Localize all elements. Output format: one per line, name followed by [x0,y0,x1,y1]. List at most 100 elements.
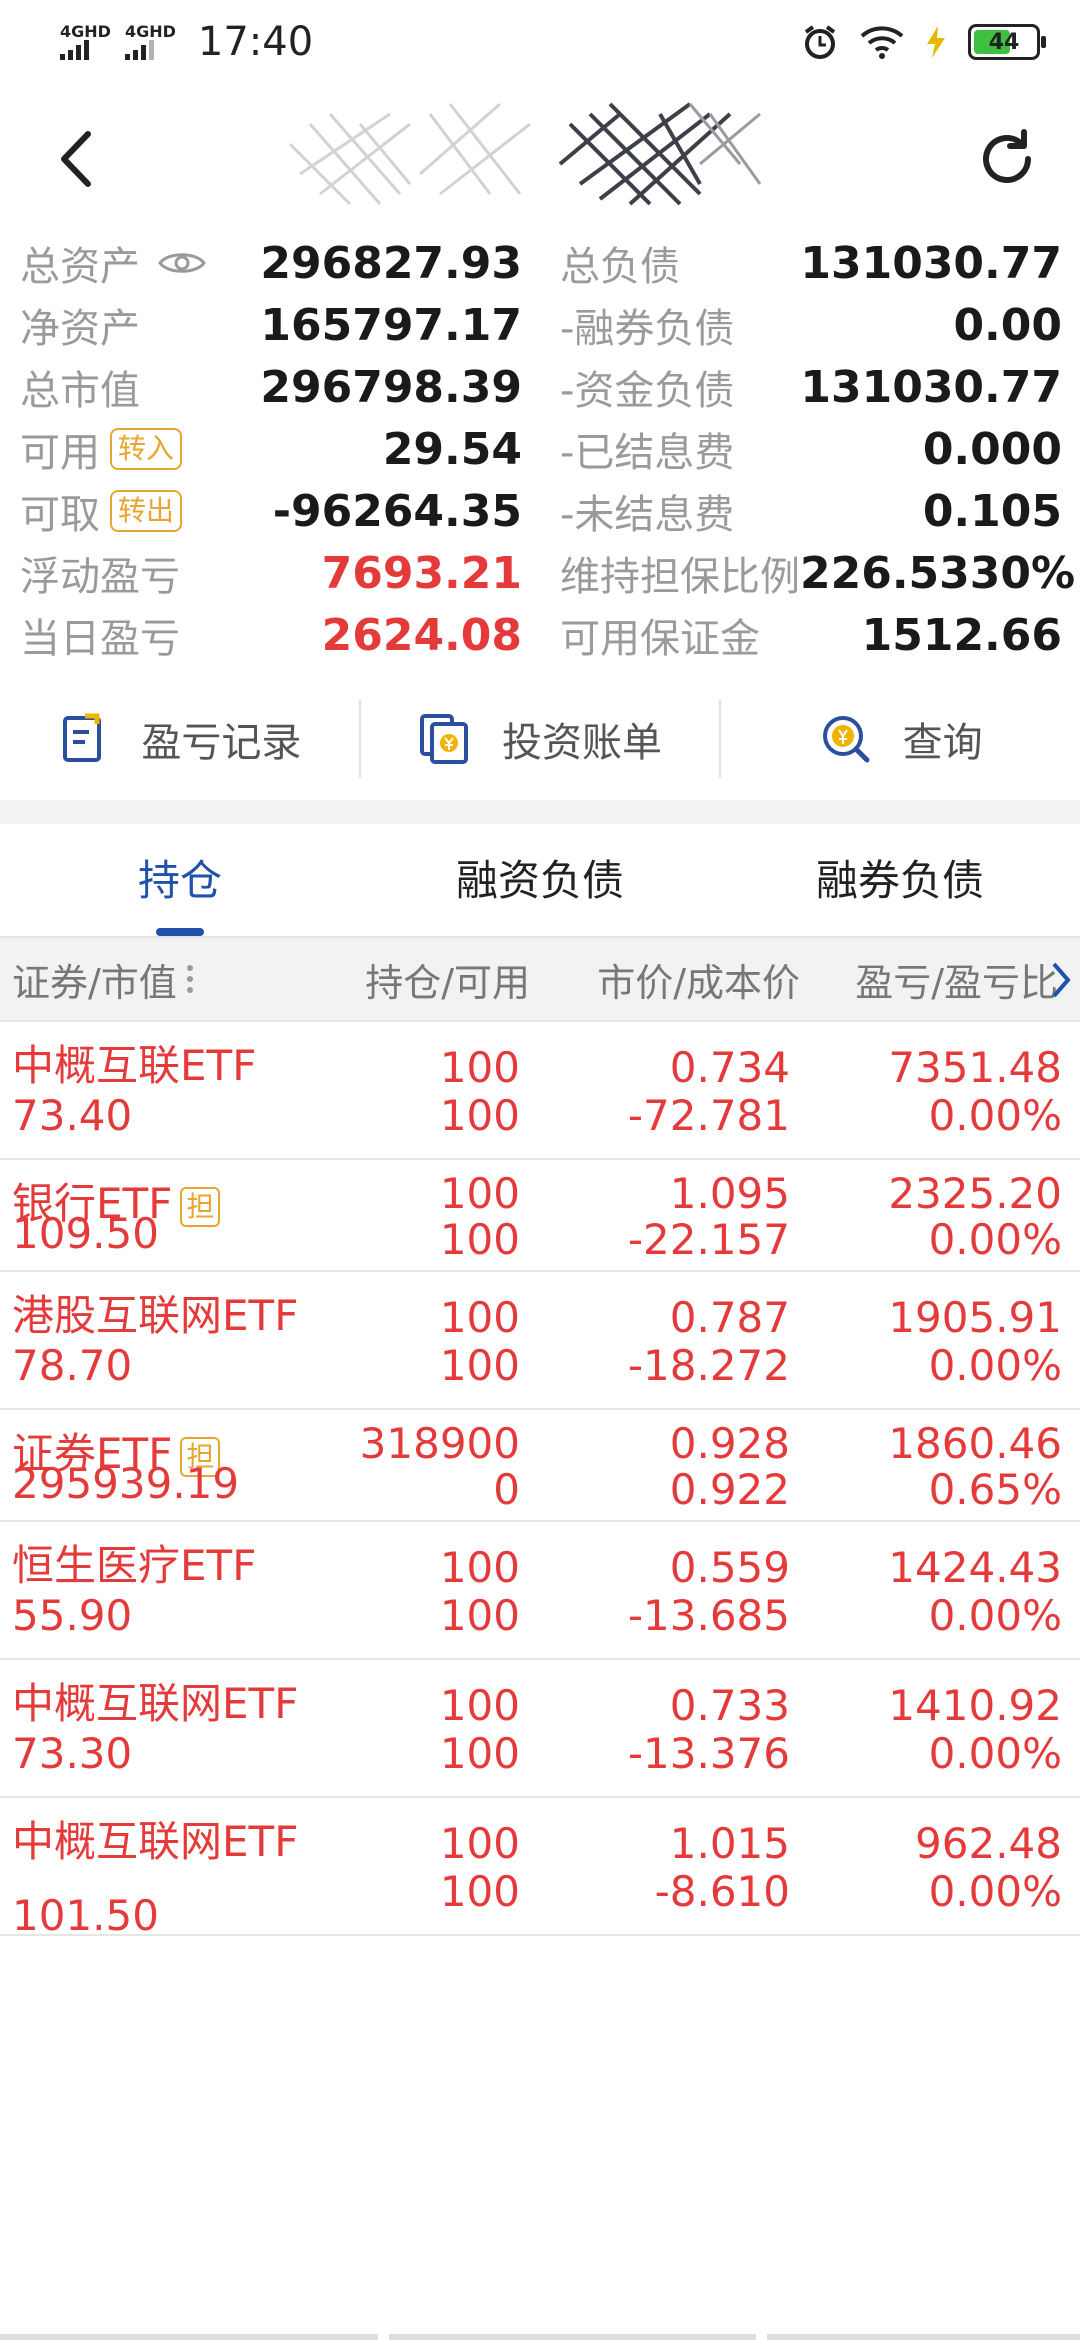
search-money-icon [822,716,870,763]
signal-label-1: 4GHD [60,22,111,41]
position-qty: 100 [439,1681,520,1730]
cost-price: -18.272 [627,1341,790,1390]
maintenance-ratio-label: 维持担保比例 [560,554,800,600]
maintenance-ratio-value: 226.5330% [800,547,1076,599]
tab-financing-liabilities[interactable]: 融资负债 [360,826,720,936]
horizontal-scrollbar[interactable] [0,2334,1080,2340]
pnl-amount: 962.48 [915,1819,1062,1868]
clock: 17:40 [197,19,314,65]
summary-row: 可取 转出 -96264.35 -未结息费 0.105 [0,480,1080,542]
withdrawable-label: 可取 [20,492,100,538]
chevron-right-icon[interactable] [1050,960,1072,1000]
floating-pnl-value: 7693.21 [321,547,522,599]
investment-bill-button[interactable]: 投资账单 [361,700,722,778]
status-bar: 4GHD 4GHD 17:40 44 [0,0,1080,84]
available-qty: 100 [439,1215,520,1264]
total-liabilities-label: 总负债 [560,244,680,290]
market-price: 0.733 [669,1681,790,1730]
transfer-out-button[interactable]: 转出 [110,490,183,532]
available-label: 可用 [20,430,100,476]
query-label: 查询 [902,720,983,766]
transfer-in-button[interactable]: 转入 [110,428,183,470]
position-qty: 100 [439,1169,520,1218]
column-pnl[interactable]: 盈亏/盈亏比 [800,952,1070,1007]
column-security[interactable]: 证券/市值 [0,952,340,1007]
column-price[interactable]: 市价/成本价 [530,952,800,1007]
summary-row: 总资产 296827.93 总负债 131030.77 [0,232,1080,294]
signal-bars-icon [60,40,89,60]
position-qty: 100 [439,1819,520,1868]
pnl-percent: 0.00% [928,1591,1062,1640]
total-assets-label: 总资产 [20,244,140,290]
investment-bill-label: 投资账单 [502,720,662,766]
summary-row: 净资产 165797.17 -融券负债 0.00 [0,294,1080,356]
query-button[interactable]: 查询 [721,700,1080,778]
refresh-icon[interactable] [974,126,1040,192]
available-qty: 100 [439,1091,520,1140]
total-assets-value: 296827.93 [260,237,522,289]
battery-icon: 44 [968,24,1046,60]
pnl-amount: 1410.92 [888,1681,1062,1730]
charging-icon [927,26,945,58]
table-row[interactable]: 证券ETF 担 295939.19 318900 0.928 1860.46 0 0.9… [0,1410,1080,1522]
market-price: 0.734 [669,1043,790,1092]
holdings-tabs: 持仓 融资负债 融券负债 [0,826,1080,936]
back-icon[interactable] [50,124,110,194]
column-position[interactable]: 持仓/可用 [340,952,530,1007]
daily-pnl-value: 2624.08 [321,609,522,661]
table-row[interactable]: 港股互联网ETF 78.70 100 0.787 1905.91 100 -18.27… [0,1272,1080,1410]
table-row[interactable]: 银行ETF 担 109.50 100 1.095 2325.20 100 -22.157… [0,1160,1080,1272]
cost-price: -22.157 [627,1215,790,1264]
tab-positions[interactable]: 持仓 [0,826,360,936]
pnl-percent: 0.00% [928,1729,1062,1778]
market-price: 0.928 [669,1419,790,1468]
signal-bars-icon [124,40,154,60]
summary-row: 总市值 296798.39 -资金负债 131030.77 [0,356,1080,418]
margin-liabilities-value: 131030.77 [800,361,1062,413]
position-qty: 100 [439,1543,520,1592]
net-assets-label: 净资产 [20,306,140,352]
battery-level: 44 [988,29,1020,55]
unsettled-interest-label: -未结息费 [560,492,735,538]
net-assets-value: 165797.17 [260,299,522,351]
position-qty: 100 [439,1293,520,1342]
pnl-percent: 0.00% [928,1091,1062,1140]
pnl-amount: 1424.43 [888,1543,1062,1592]
market-price: 1.015 [669,1819,790,1868]
redacted-title-scribble [288,102,762,206]
bill-icon [420,714,468,764]
daily-pnl-label: 当日盈亏 [20,616,180,662]
summary-row: 当日盈亏 2624.08 可用保证金 1512.66 [0,604,1080,666]
more-vertical-icon[interactable] [185,962,195,996]
section-divider [0,800,1080,824]
cost-price: -13.376 [627,1729,790,1778]
table-row[interactable]: 中概互联ETF 73.40 100 0.734 7351.48 100 -72.781… [0,1022,1080,1160]
pnl-records-label: 盈亏记录 [141,720,302,766]
table-row[interactable]: 恒生医疗ETF 55.90 100 0.559 1424.43 100 -13.685… [0,1522,1080,1660]
account-summary: 总资产 296827.93 总负债 131030.77 净资产 165797.17 … [0,232,1080,666]
short-liabilities-label: -融券负债 [560,306,735,352]
market-price: 0.559 [669,1543,790,1592]
eye-icon[interactable] [158,248,206,278]
total-liabilities-value: 131030.77 [800,237,1062,289]
table-row[interactable]: 中概互联网ETF 73.30 100 0.733 1410.92 100 -13.37… [0,1660,1080,1798]
tab-securities-lending-liabilities[interactable]: 融券负债 [720,826,1080,936]
action-bar: 盈亏记录 投资账单 查询 [0,700,1080,778]
table-row[interactable]: 中概互联网ETF 101.50 100 1.015 962.48 100 -8.610… [0,1798,1080,1940]
unsettled-interest-value: 0.105 [922,485,1062,537]
holdings-list: 中概互联ETF 73.40 100 0.734 7351.48 100 -72.781… [0,1022,1080,1940]
pnl-amount: 7351.48 [888,1043,1062,1092]
settled-interest-label: -已结息费 [560,430,735,476]
document-icon [63,713,102,762]
position-qty: 100 [439,1043,520,1092]
settled-interest-value: 0.000 [922,423,1062,475]
signal-indicator-1: 4GHD [60,24,111,60]
pnl-records-button[interactable]: 盈亏记录 [0,700,361,778]
position-qty: 318900 [359,1419,520,1468]
floating-pnl-label: 浮动盈亏 [20,554,180,600]
pnl-percent: 0.00% [928,1341,1062,1390]
holdings-table-header: 证券/市值 持仓/可用 市价/成本价 盈亏/盈亏比 [0,936,1080,1022]
available-qty: 100 [439,1341,520,1390]
pnl-percent: 0.00% [928,1867,1062,1916]
pnl-percent: 0.65% [928,1465,1062,1514]
